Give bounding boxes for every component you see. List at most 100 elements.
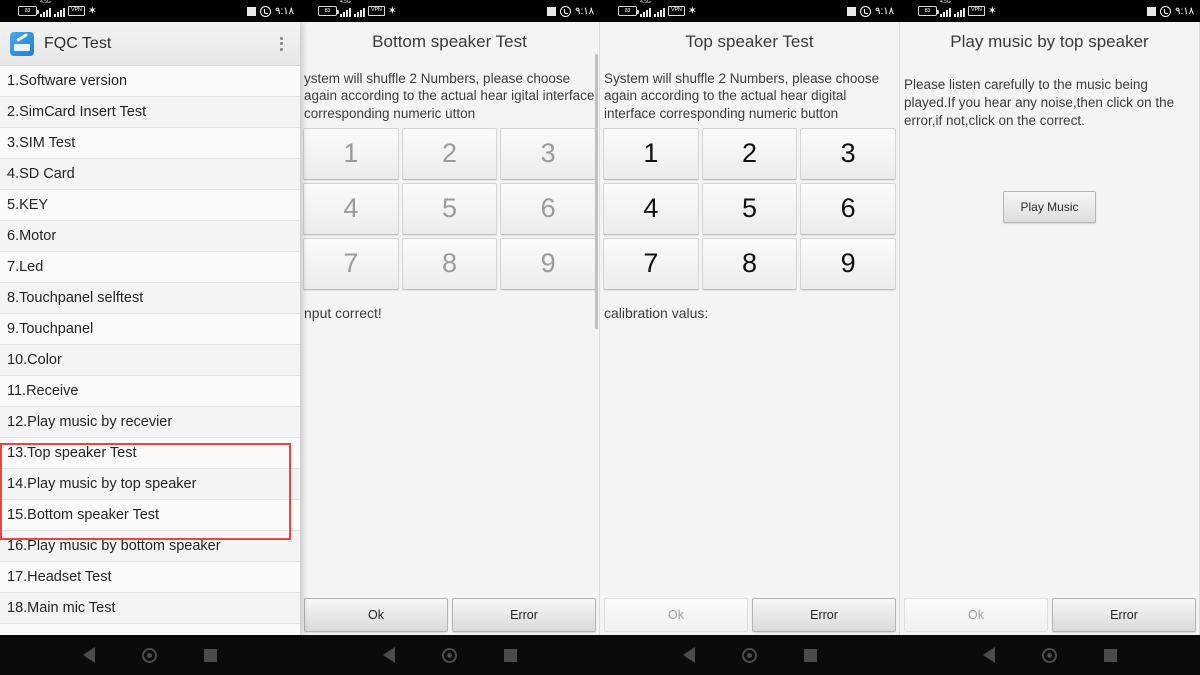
key-6[interactable]: 6 xyxy=(500,182,597,235)
back-icon[interactable] xyxy=(683,647,696,663)
panel-title-bottom-speaker: Bottom speaker Test xyxy=(300,22,599,62)
back-icon[interactable] xyxy=(83,647,96,663)
list-item-12[interactable]: 12.Play music by recevier xyxy=(0,407,300,438)
panel-play-music-top-speaker: Play music by top speaker Please listen … xyxy=(900,22,1200,635)
action-bar-bottom-speaker: Ok Error xyxy=(300,595,599,635)
vpn-icon: VPN xyxy=(368,6,385,16)
keypad-row: 1 2 3 xyxy=(603,127,897,180)
whatsapp-icon xyxy=(860,5,872,17)
status-bar-clock: ٩:١٨ xyxy=(875,5,894,17)
action-bar-play-music: Ok Error xyxy=(900,595,1199,635)
status-text-bottom-speaker: nput correct! xyxy=(304,304,382,321)
vpn-icon: VPN xyxy=(668,6,685,16)
notification-icon xyxy=(1147,6,1157,16)
status-icons-left: 83 4.5G VPN ✶ xyxy=(318,0,397,22)
panel-title-top-speaker: Top speaker Test xyxy=(600,22,899,62)
vertical-scrollbar[interactable] xyxy=(595,54,598,329)
status-bar-segment: 83 4.5G VPN ✶ ٩:١٨ xyxy=(300,0,600,22)
test-item-list: 1.Software version 2.SimCard Insert Test… xyxy=(0,66,300,624)
key-6[interactable]: 6 xyxy=(800,182,897,235)
key-7[interactable]: 7 xyxy=(603,237,699,290)
error-button-bottom-speaker[interactable]: Error xyxy=(452,598,596,632)
key-8[interactable]: 8 xyxy=(401,237,498,290)
ok-button-play-music[interactable]: Ok xyxy=(904,598,1048,632)
panel-description-play-music: Please listen carefully to the music bei… xyxy=(904,77,1175,129)
key-3[interactable]: 3 xyxy=(800,127,897,180)
list-item-14[interactable]: 14.Play music by top speaker xyxy=(0,469,300,500)
list-item-1[interactable]: 1.Software version xyxy=(0,66,300,97)
back-icon[interactable] xyxy=(983,647,996,663)
key-1[interactable]: 1 xyxy=(303,127,399,180)
key-8[interactable]: 8 xyxy=(701,237,798,290)
play-music-button[interactable]: Play Music xyxy=(1003,190,1096,223)
status-icons-right: ٩:١٨ xyxy=(847,0,894,22)
keypad-bottom-speaker: 1 2 3 4 5 6 7 8 9 xyxy=(300,127,599,290)
home-icon[interactable] xyxy=(741,647,757,663)
list-item-17[interactable]: 17.Headset Test xyxy=(0,562,300,593)
error-button-play-music[interactable]: Error xyxy=(1052,598,1196,632)
notification-icon xyxy=(847,6,857,16)
fqc-app-icon xyxy=(10,31,34,56)
key-1[interactable]: 1 xyxy=(603,127,699,180)
key-4[interactable]: 4 xyxy=(303,182,399,235)
key-9[interactable]: 9 xyxy=(500,237,597,290)
list-item-13[interactable]: 13.Top speaker Test xyxy=(0,438,300,469)
list-item-16[interactable]: 16.Play music by bottom speaker xyxy=(0,531,300,562)
whatsapp-icon xyxy=(260,5,272,17)
signal-icon-secondary xyxy=(954,6,965,17)
key-9[interactable]: 9 xyxy=(800,237,897,290)
battery-icon: 83 xyxy=(18,6,39,16)
action-bar-top-speaker: Ok Error xyxy=(600,595,899,635)
home-icon[interactable] xyxy=(1041,647,1057,663)
list-item-2[interactable]: 2.SimCard Insert Test xyxy=(0,97,300,128)
ok-button-bottom-speaker[interactable]: Ok xyxy=(304,598,448,632)
network-type-label: 4.5G xyxy=(940,0,951,5)
status-icons-right: ٩:١٨ xyxy=(547,0,594,22)
key-5[interactable]: 5 xyxy=(701,182,798,235)
key-4[interactable]: 4 xyxy=(603,182,699,235)
home-icon[interactable] xyxy=(441,647,457,663)
key-2[interactable]: 2 xyxy=(401,127,498,180)
panel-bottom-speaker-test: Bottom speaker Test ystem will shuffle 2… xyxy=(300,22,600,635)
whatsapp-icon xyxy=(1160,5,1172,17)
list-item-8[interactable]: 8.Touchpanel selftest xyxy=(0,283,300,314)
recents-icon[interactable] xyxy=(803,648,817,662)
panel-description-bottom-speaker: ystem will shuffle 2 Numbers, please cho… xyxy=(304,71,595,121)
battery-icon: 83 xyxy=(918,6,939,16)
key-7[interactable]: 7 xyxy=(303,237,399,290)
list-item-3[interactable]: 3.SIM Test xyxy=(0,128,300,159)
home-icon[interactable] xyxy=(141,647,157,663)
ok-button-top-speaker[interactable]: Ok xyxy=(604,598,748,632)
keypad-row: 4 5 6 xyxy=(603,182,897,235)
status-icons-right: ٩:١٨ xyxy=(247,0,294,22)
recents-icon[interactable] xyxy=(1103,648,1117,662)
list-item-6[interactable]: 6.Motor xyxy=(0,221,300,252)
status-icons-left: 83 4.5G VPN ✶ xyxy=(918,0,997,22)
recents-icon[interactable] xyxy=(503,648,517,662)
bluetooth-icon: ✶ xyxy=(87,4,97,17)
overflow-menu-icon[interactable] xyxy=(272,36,290,51)
status-bar-clock: ٩:١٨ xyxy=(1175,5,1194,17)
signal-icon-secondary xyxy=(654,6,665,17)
error-button-top-speaker[interactable]: Error xyxy=(752,598,896,632)
list-item-9[interactable]: 9.Touchpanel xyxy=(0,314,300,345)
list-item-18[interactable]: 18.Main mic Test xyxy=(0,593,300,624)
list-item-5[interactable]: 5.KEY xyxy=(0,190,300,221)
key-3[interactable]: 3 xyxy=(500,127,597,180)
list-item-10[interactable]: 10.Color xyxy=(0,345,300,376)
recents-icon[interactable] xyxy=(203,648,217,662)
key-2[interactable]: 2 xyxy=(701,127,798,180)
notification-icon xyxy=(247,6,257,16)
list-item-7[interactable]: 7.Led xyxy=(0,252,300,283)
list-item-15[interactable]: 15.Bottom speaker Test xyxy=(0,500,300,531)
nav-segment xyxy=(900,635,1200,675)
panel-top-speaker-test: Top speaker Test System will shuffle 2 N… xyxy=(600,22,900,635)
list-item-11[interactable]: 11.Receive xyxy=(0,376,300,407)
status-text-top-speaker: calibration valus: xyxy=(604,304,709,321)
status-bar: 83 4.5G VPN ✶ ٩:١٨ 83 4.5G VPN ✶ ٩:١٨ 83… xyxy=(0,0,1200,22)
signal-icon-secondary xyxy=(54,6,65,17)
status-icons-right: ٩:١٨ xyxy=(1147,0,1194,22)
back-icon[interactable] xyxy=(383,647,396,663)
key-5[interactable]: 5 xyxy=(401,182,498,235)
list-item-4[interactable]: 4.SD Card xyxy=(0,159,300,190)
